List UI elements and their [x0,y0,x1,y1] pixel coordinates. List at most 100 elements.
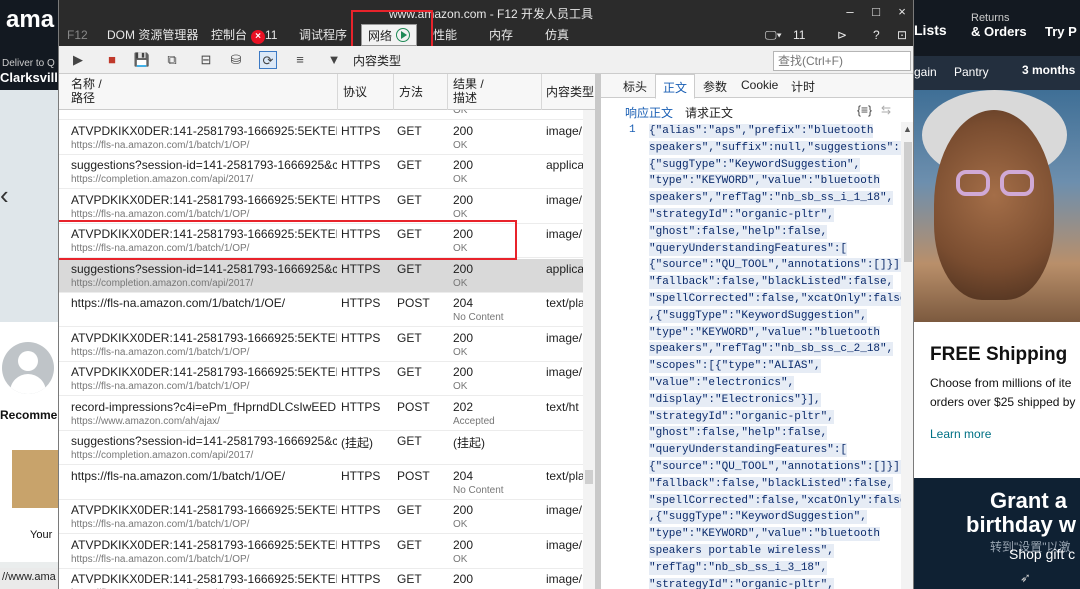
clear-entries-icon[interactable]: ⊟ [197,51,215,69]
body-scrollbar[interactable]: ▲ [901,122,913,589]
table-row[interactable]: https://fls-na.amazon.com/1/batch/1/OE/H… [59,293,595,327]
start-profiling-icon[interactable]: ▶ [69,51,87,69]
body-scrollbar-thumb[interactable] [904,142,912,262]
list-scrollbar-thumb[interactable] [585,470,593,484]
request-protocol: HTTPS [341,261,381,276]
nav-orders[interactable]: & Orders [971,24,1027,39]
nav-try-prime[interactable]: Try P [1045,24,1077,39]
table-row[interactable]: ATVPDKIKX0DER:141-2581793-1666925:5EKTEK… [59,362,595,396]
always-refresh-icon[interactable]: ⟳ [259,51,277,69]
clear-session-icon[interactable]: ≡ [291,51,309,69]
request-name: ATVPDKIKX0DER:141-2581793-1666925:5EKTEK… [71,330,337,345]
header-result[interactable]: 结果 / 描述 [453,77,484,105]
request-description: No Content [453,484,504,496]
code-line: "type":"KEYWORD","value":"bluetooth [649,174,881,189]
scroll-up-icon[interactable]: ▲ [903,124,912,134]
devtools-titlebar[interactable]: www.amazon.com - F12 开发人员工具 – □ × [59,0,913,24]
content-type-filter[interactable]: 内容类型 [353,52,401,69]
request-description: OK [453,139,468,151]
avatar[interactable] [2,342,54,394]
table-row[interactable]: ATVPDKIKX0DER:141-2581793-1666925:5EKTEK… [59,535,595,569]
hero-poster[interactable] [914,90,1080,322]
header-method[interactable]: 方法 [399,85,423,99]
header-divider[interactable] [337,74,338,110]
code-line: speakers","refTag":"nb_sb_ss_c_2_18", [649,342,894,357]
header-divider[interactable] [541,74,542,110]
device-icon[interactable]: 🖵▾ [765,24,782,46]
list-scrollbar[interactable] [583,110,595,589]
header-name[interactable]: 名称 / 路径 [71,77,102,105]
help-icon[interactable]: ? [873,24,880,46]
table-row[interactable]: ATVPDKIKX0DER:141-2581793-1666925:5EKTEK… [59,121,595,155]
request-path: https://fls-na.amazon.com/1/batch/1/OP/ [71,519,250,530]
response-body[interactable]: 1 {"alias":"aps","prefix":"bluetooth spea… [601,122,901,589]
close-button[interactable]: × [891,2,913,22]
poster-glasses-right [1000,170,1034,196]
table-row[interactable]: ATVPDKIKX0DER:141-2581793-1666925:5EKTEK… [59,328,595,362]
tab-console-label: 控制台 [211,28,248,42]
table-row[interactable]: ATVPDKIKX0DER:141-2581793-1666925:5EKTEK… [59,569,595,589]
deliver-city[interactable]: Clarksville [0,70,65,85]
table-row[interactable]: suggestions?session-id=141-2581793-16669… [59,431,595,465]
stop-profiling-icon[interactable]: ■ [103,51,121,69]
find-input[interactable] [773,51,911,71]
code-line: ,{"suggType":"KeywordSuggestion", [649,308,867,323]
subnav-buy-again[interactable]: gain [914,65,937,79]
pretty-print-icon[interactable]: {≡} [857,103,872,117]
pin-icon[interactable]: ⊡ [897,24,907,46]
tab-params[interactable]: 参数 [703,78,727,95]
maximize-button[interactable]: □ [865,2,887,22]
table-row[interactable]: suggestions?session-id=141-2581793-16669… [59,258,595,293]
header-divider[interactable] [447,74,448,110]
carousel-prev-icon[interactable]: ‹ [0,180,9,211]
free-shipping-text-2: orders over $25 shipped by [930,395,1076,409]
subnav-promo[interactable]: 3 months [1022,63,1075,77]
nav-lists[interactable]: Lists [914,22,947,38]
request-name: ATVPDKIKX0DER:141-2581793-1666925:5EKTEK… [71,123,337,138]
tab-emulation[interactable]: 仿真 [545,24,569,46]
request-path: https://fls-na.amazon.com/1/batch/1/OP/ [71,208,250,220]
header-divider[interactable] [393,74,394,110]
table-row[interactable]: record-impressions?c4i=ePm_fHprndDLCsIwE… [59,397,595,431]
table-row[interactable]: ATVPDKIKX0DER:141-2581793-1666925:5EKTEK… [59,190,595,224]
request-method: GET [397,537,422,552]
code-line: "strategyId":"organic-pltr", [649,208,834,222]
filter-icon[interactable]: ▼ [325,51,343,69]
tab-dom-explorer[interactable]: DOM 资源管理器 [107,24,198,46]
request-protocol: HTTPS [341,537,381,552]
minimize-button[interactable]: – [839,2,861,22]
nav-returns[interactable]: Returns [971,12,1010,24]
expand-icon[interactable]: ⊳ [837,24,847,46]
header-result-label: 结果 / [453,77,484,91]
learn-more-link[interactable]: Learn more [930,427,991,441]
code-line: "spellCorrected":false,"xcatOnly":false} [649,292,901,306]
request-name: ATVPDKIKX0DER:141-2581793-1666925:5EKTEK… [71,503,337,517]
clear-cache-icon[interactable]: ⛁ [227,51,245,69]
tab-debugger[interactable]: 调试程序 [299,24,347,46]
code-line: "ghost":false,"help":false, [649,426,828,441]
tab-console[interactable]: 控制台 × 11 [211,24,277,46]
subtab-response-body[interactable]: 响应正文 [625,104,673,121]
header-content-type[interactable]: 内容类型 [546,85,594,99]
tab-cookie[interactable]: Cookie [741,78,778,92]
request-status: 200 [453,365,474,379]
word-wrap-icon[interactable]: ⇆ [881,103,891,117]
tab-body[interactable]: 正文 [655,74,696,99]
import-har-icon[interactable]: ⧉ [163,51,181,69]
table-row[interactable]: suggestions?session-id=141-2581793-16669… [59,155,595,189]
table-row[interactable]: ATVPDKIKX0DER:141-2581793-1666925:5EKTEK… [59,500,595,534]
export-har-icon[interactable]: 💾 [133,51,151,69]
tab-timing[interactable]: 计时 [791,78,815,95]
tab-headers[interactable]: 标头 [623,78,647,95]
tab-performance[interactable]: 性能 [433,24,457,46]
amazon-logo[interactable]: ama [6,6,54,34]
subtab-request-body[interactable]: 请求正文 [685,104,733,121]
code-line: "display":"Electronics"}], [649,392,821,407]
request-status: 200 [453,123,474,138]
table-row[interactable]: https://fls-na.amazon.com/1/batch/1/OE/H… [59,466,595,500]
header-protocol[interactable]: 协议 [343,85,367,99]
request-status: 200 [453,261,474,276]
tab-memory[interactable]: 内存 [489,24,513,46]
request-method: GET [397,123,422,138]
subnav-pantry[interactable]: Pantry [954,65,989,79]
